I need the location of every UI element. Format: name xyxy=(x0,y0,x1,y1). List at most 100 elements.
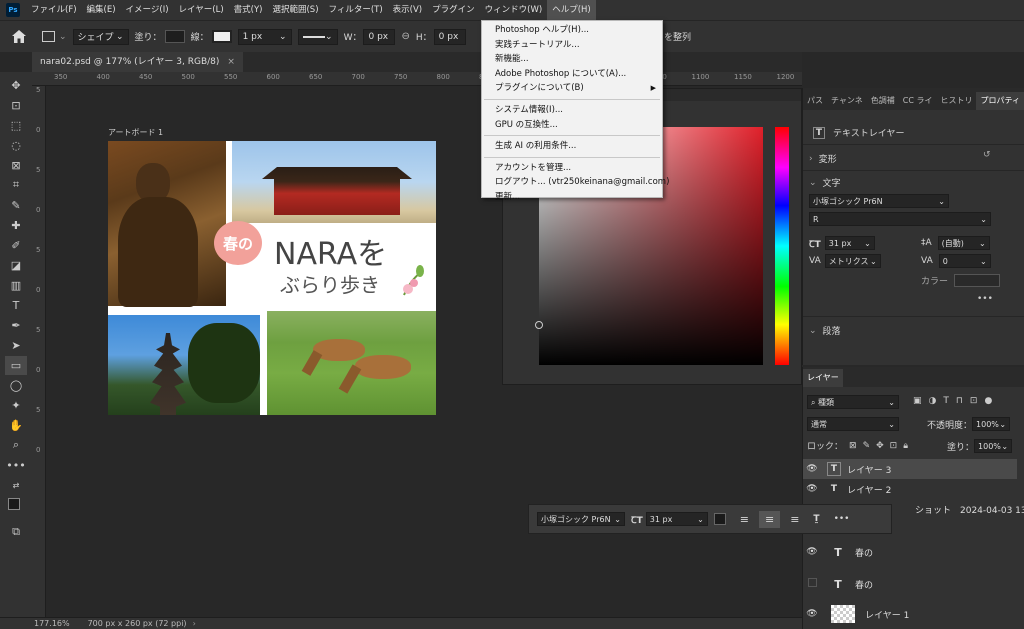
photoshop-logo[interactable]: Ps xyxy=(6,3,20,17)
stroke-swatch[interactable] xyxy=(211,30,232,43)
menu-updates[interactable]: 更新... xyxy=(482,190,662,205)
document-tab[interactable]: nara02.psd @ 177% (レイヤー 3, RGB/8) × xyxy=(32,52,243,72)
lock-all-icon[interactable]: 🔒︎ xyxy=(903,441,908,451)
text-color-swatch[interactable] xyxy=(954,274,1001,287)
paragraph-section-header[interactable]: ⌄ 段落 xyxy=(809,324,841,338)
spring-badge[interactable]: 春の xyxy=(214,221,262,265)
fill-swatch[interactable] xyxy=(164,30,185,43)
menu-whats-new[interactable]: 新機能... xyxy=(482,52,662,67)
character-section-header[interactable]: ⌄ 文字 xyxy=(809,176,841,190)
healing-brush-tool-icon[interactable]: ✚ xyxy=(5,216,27,235)
menu-image[interactable]: イメージ(I) xyxy=(121,0,174,20)
nara-title-text[interactable]: NARAを xyxy=(274,229,387,273)
artboard-canvas[interactable]: 春の NARAを ぶらり歩き xyxy=(108,141,436,415)
font-style-select[interactable]: R ⌄ xyxy=(809,212,991,226)
crop-tool-icon[interactable]: ⌗ xyxy=(5,176,27,195)
artboard-tool-icon[interactable]: ⊡ xyxy=(5,96,27,115)
menu-photoshop-help[interactable]: Photoshop ヘルプ(H)... xyxy=(482,23,662,38)
menu-filter[interactable]: フィルター(T) xyxy=(324,0,388,20)
pen-tool-icon[interactable]: ✒ xyxy=(5,316,27,335)
lock-artboard-icon[interactable]: ⊡ xyxy=(890,441,898,451)
eye-icon[interactable]: 👁︎ xyxy=(803,609,821,619)
type-tool-icon[interactable]: T xyxy=(5,296,27,315)
marquee-tool-icon[interactable]: ⬚ xyxy=(5,116,27,135)
width-input[interactable]: 0 px xyxy=(363,28,396,45)
menu-about-plugins[interactable]: プラグインについて(B) ▶ xyxy=(482,81,662,96)
transform-section-header[interactable]: › 変形 xyxy=(809,152,837,166)
tab-cc-libraries[interactable]: CC ライ xyxy=(899,92,937,110)
blend-mode-select[interactable]: 通常 ⌄ xyxy=(807,417,899,431)
menu-type[interactable]: 書式(Y) xyxy=(229,0,268,20)
menu-gen-ai-terms[interactable]: 生成 AI の利用条件... xyxy=(482,139,662,154)
stroke-type-select[interactable]: ⌄ xyxy=(297,28,338,45)
menu-view[interactable]: 表示(V) xyxy=(388,0,427,20)
custom-shape-tool-icon[interactable]: ✦ xyxy=(5,396,27,415)
align-center-icon[interactable]: ≡ xyxy=(758,510,781,528)
eyedropper-tool-icon[interactable]: ✎ xyxy=(5,196,27,215)
menu-select[interactable]: 選択範囲(S) xyxy=(267,0,323,20)
filter-type-icon[interactable]: T xyxy=(943,396,949,406)
menu-system-info[interactable]: システム情報(I)... xyxy=(482,103,662,118)
align-label[interactable]: を整列 xyxy=(664,30,691,43)
filter-pixel-icon[interactable]: ▣ xyxy=(913,396,922,406)
chevron-right-icon[interactable]: › xyxy=(193,619,196,628)
float-size-select[interactable]: 31 px ⌄ xyxy=(645,512,708,526)
foreground-color-swatch[interactable] xyxy=(8,497,20,510)
reset-icon[interactable]: ↺ xyxy=(983,150,991,160)
lock-pixels-icon[interactable]: ✎ xyxy=(863,441,871,451)
shape-mode-select[interactable]: シェイプ ⌄ xyxy=(72,28,129,45)
zoom-tool-icon[interactable]: ⌕ xyxy=(5,436,27,455)
tab-layers[interactable]: レイヤー xyxy=(803,369,843,387)
layer-filter-select[interactable]: ⌕ 種類 ⌄ xyxy=(807,395,899,409)
menu-layer[interactable]: レイヤー(L) xyxy=(174,0,229,20)
font-size-input[interactable]: 31 px ⌄ xyxy=(824,236,875,250)
menu-plugins[interactable]: プラグイン xyxy=(427,0,480,20)
visibility-toggle[interactable] xyxy=(803,578,821,590)
menu-window[interactable]: ウィンドウ(W) xyxy=(480,0,548,20)
tab-adjustments[interactable]: 色調補 xyxy=(867,92,899,110)
align-left-icon[interactable]: ≡ xyxy=(740,513,749,526)
rectangle-tool-icon[interactable]: ▭ xyxy=(5,355,27,375)
lock-transparent-icon[interactable]: ⊠ xyxy=(849,441,857,451)
close-icon[interactable]: × xyxy=(227,52,235,72)
lock-position-icon[interactable]: ✥ xyxy=(876,441,884,451)
eraser-tool-icon[interactable]: ◪ xyxy=(5,256,27,275)
menu-file[interactable]: ファイル(F) xyxy=(26,0,82,20)
height-input[interactable]: 0 px xyxy=(433,28,466,45)
tab-paths[interactable]: パス xyxy=(803,92,827,110)
hue-slider[interactable] xyxy=(775,127,789,365)
filter-adjustment-icon[interactable]: ◑ xyxy=(929,396,937,406)
object-select-tool-icon[interactable]: ⊠ xyxy=(5,156,27,175)
swap-colors-icon[interactable]: ⇄ xyxy=(5,476,27,495)
link-icon[interactable]: ⊖ xyxy=(401,31,409,42)
menu-gpu-compat[interactable]: GPU の互換性... xyxy=(482,118,662,133)
menu-logout[interactable]: ログアウト... (vtr250keinana@gmail.com) xyxy=(482,175,669,190)
warp-text-icon[interactable]: T̰ xyxy=(813,514,819,524)
tab-properties[interactable]: プロパティ xyxy=(976,92,1024,110)
layer-row[interactable]: 👁︎ レイヤー 1 xyxy=(803,603,1017,625)
eye-icon[interactable]: 👁︎ xyxy=(803,464,821,474)
home-icon[interactable] xyxy=(12,30,26,43)
eye-icon[interactable]: 👁︎ xyxy=(803,484,821,494)
float-font-select[interactable]: 小塚ゴシック Pr6N ⌄ xyxy=(537,512,625,526)
menu-tutorials[interactable]: 実践チュートリアル... xyxy=(482,38,662,53)
tab-channels[interactable]: チャンネ xyxy=(827,92,867,110)
brush-tool-icon[interactable]: ✐ xyxy=(5,236,27,255)
nara-subtitle-text[interactable]: ぶらり歩き xyxy=(280,269,380,298)
filter-toggle-icon[interactable]: ● xyxy=(984,396,992,406)
layer-row[interactable]: 👁︎ T 春の xyxy=(803,541,1017,563)
color-swatches[interactable] xyxy=(5,496,27,522)
ellipse-tool-icon[interactable]: ◯ xyxy=(5,376,27,395)
layer-row[interactable]: ショット 2024-04-03 132428 xyxy=(915,499,1024,519)
tool-preset-picker[interactable]: ⌄ xyxy=(42,31,67,42)
float-color-swatch[interactable] xyxy=(713,513,726,525)
align-right-icon[interactable]: ≡ xyxy=(790,513,799,526)
more-options-icon[interactable]: ••• xyxy=(834,514,850,524)
filter-shape-icon[interactable]: ⊓ xyxy=(956,396,963,406)
artboard-label[interactable]: アートボード 1 xyxy=(108,127,163,138)
menu-edit[interactable]: 編集(E) xyxy=(82,0,121,20)
font-family-select[interactable]: 小塚ゴシック Pr6N ⌄ xyxy=(809,194,949,208)
move-tool-icon[interactable]: ✥ xyxy=(5,76,27,95)
layer-row[interactable]: 👁︎ T レイヤー 2 xyxy=(803,479,1017,499)
layer-row[interactable]: 👁︎ T レイヤー 3 xyxy=(803,459,1017,479)
